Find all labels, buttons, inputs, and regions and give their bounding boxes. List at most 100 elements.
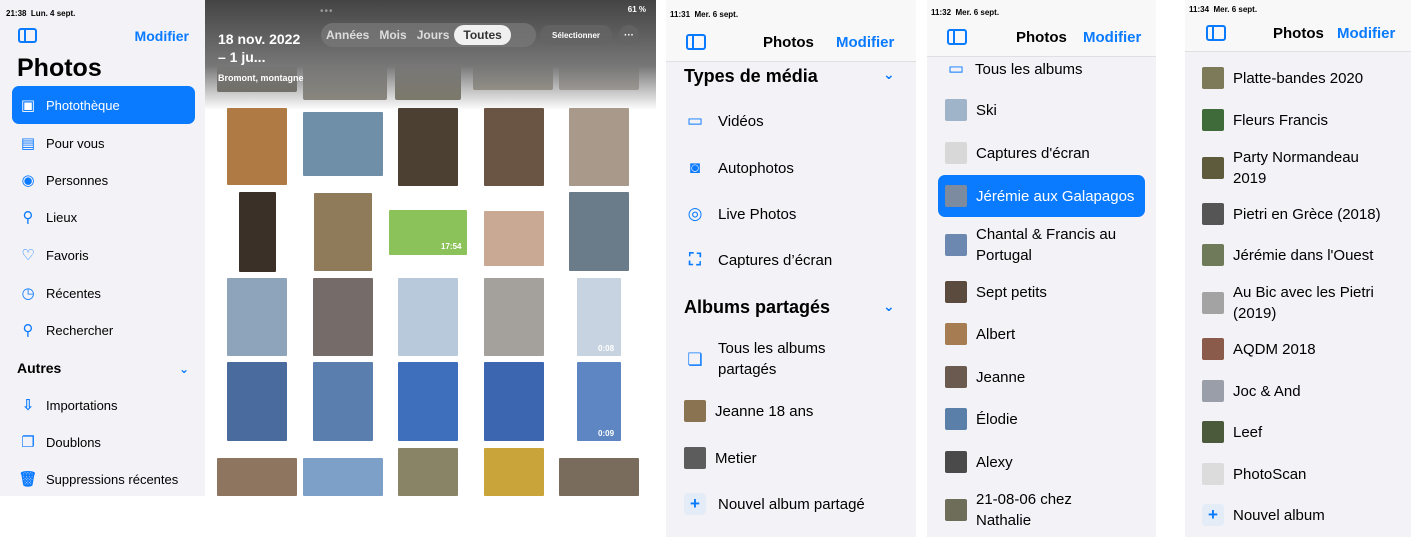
multitask-handle[interactable]: ••• [320,6,334,17]
photo-thumbnail[interactable] [484,211,544,266]
list-item-album[interactable]: Alexy [945,451,1013,473]
segment-toutes[interactable]: Toutes [454,25,511,45]
segment-jours[interactable]: Jours [412,28,455,42]
sidebar-item-recentes[interactable]: ◷ Récentes [12,274,195,312]
edit-button[interactable]: Modifier [1337,25,1395,42]
grid-date-range: 18 nov. 2022 – 1 ju... [218,31,301,65]
list-item-album[interactable]: PhotoScan [1202,463,1306,485]
chevron-down-icon[interactable]: ⌄ [179,362,189,376]
album-thumbnail [945,323,967,345]
list-item-label: Platte-bandes 2020 [1233,69,1364,87]
photo-thumbnail[interactable] [398,362,458,441]
photo-thumbnail[interactable] [239,192,276,272]
photo-thumbnail[interactable] [314,193,372,271]
list-item-screenshots[interactable]: ⛶ Captures d’écran [684,249,832,271]
sidebar-item-lieux[interactable]: ⚲ Lieux [12,198,195,236]
list-item-album[interactable]: Jérémie dans l'Ouest [1202,244,1373,266]
segment-mois[interactable]: Mois [374,28,411,42]
edit-button[interactable]: Modifier [836,34,894,51]
photo-thumbnail[interactable] [569,192,629,271]
photo-thumbnail[interactable] [217,458,297,496]
photo-thumbnail[interactable] [569,108,629,186]
photo-thumbnail[interactable] [398,108,458,186]
list-item-metier[interactable]: Metier [684,447,757,469]
sidebar-toggle-icon[interactable] [947,29,967,45]
photo-thumbnail[interactable] [484,448,544,496]
sidebar-toggle-icon[interactable] [686,34,706,50]
list-item-new-album[interactable]: + Nouvel album [1202,504,1325,526]
album-thumbnail [1202,203,1224,225]
album-thumbnail [684,447,706,469]
photo-thumbnail[interactable] [398,448,458,496]
list-item-new-shared[interactable]: + Nouvel album partagé [684,493,865,515]
view-segmented-control[interactable]: Années Mois Jours Toutes [321,23,536,47]
list-item-album[interactable]: Party Normandeau 2019 [1202,147,1382,189]
list-item-all-albums[interactable]: ▭ Tous les albums [945,58,1083,80]
list-item-album[interactable]: Ski [945,99,997,121]
sidebar-item-doublons[interactable]: ❐ Doublons [12,423,195,461]
list-item-album[interactable]: Leef [1202,421,1262,443]
list-item-album-selected[interactable]: Jérémie aux Galapagos [945,185,1134,207]
list-item-album[interactable]: Jeanne [945,366,1025,388]
select-button[interactable]: Sélectionner [540,25,612,45]
list-item-live-photos[interactable]: ◎ Live Photos [684,203,797,225]
sidebar-item-suppressions[interactable]: 🗑 Suppressions récentes [12,460,195,496]
list-item-label: Tous les albums [975,60,1083,78]
shared-albums-icon: ❏ [687,349,703,369]
sidebar-item-label: Doublons [46,434,101,450]
list-item-album[interactable]: Pietri en Grèce (2018) [1202,203,1381,225]
section-autres[interactable]: Autres [17,360,61,376]
photo-thumbnail[interactable] [313,278,373,356]
list-item-album[interactable]: AQDM 2018 [1202,338,1316,360]
list-item-label: Tous les albums partagés [718,340,826,378]
sidebar-item-favoris[interactable]: ♡ Favoris [12,236,195,274]
album-thumbnail [945,234,967,256]
photo-thumbnail[interactable] [313,362,373,441]
list-item-label: AQDM 2018 [1233,340,1316,358]
list-item-album[interactable]: Albert [945,323,1015,345]
list-item-album[interactable]: Chantal & Francis au Portugal [945,224,1135,266]
status-bar: 11:31 Mer. 6 sept. [670,10,738,19]
photo-thumbnail[interactable] [227,362,287,441]
list-item-album[interactable]: Captures d'écran [945,142,1090,164]
sidebar-item-rechercher[interactable]: ⚲ Rechercher [12,311,195,349]
sidebar-toggle-icon[interactable] [1206,25,1226,41]
segment-annees[interactable]: Années [321,28,374,42]
photo-thumbnail[interactable] [484,108,544,186]
list-item-jeanne-18[interactable]: Jeanne 18 ans [684,400,813,422]
photo-thumbnail[interactable] [484,278,544,356]
section-media-types[interactable]: Types de média [684,66,818,87]
more-icon[interactable]: ··· [619,25,639,45]
edit-button[interactable]: Modifier [135,28,189,44]
list-item-album[interactable]: Fleurs Francis [1202,109,1328,131]
list-item-album[interactable]: Platte-bandes 2020 [1202,67,1363,89]
sidebar-toggle-icon[interactable] [18,28,37,43]
photo-thumbnail[interactable] [227,108,287,185]
edit-button[interactable]: Modifier [1083,29,1141,46]
list-item-album[interactable]: Joc & And [1202,380,1301,402]
list-item-album[interactable]: Au Bic avec les Pietri (2019) [1202,282,1392,324]
photo-thumbnail[interactable] [227,278,287,356]
album-thumbnail [1202,380,1224,402]
list-item-album[interactable]: 21-08-06 chez Nathalie [945,489,1095,531]
list-item-album[interactable]: Élodie [945,408,1018,430]
photo-thumbnail[interactable] [398,278,458,356]
sidebar-item-personnes[interactable]: ◉ Personnes [12,161,195,199]
list-item-autophotos[interactable]: ◙ Autophotos [684,157,794,179]
photo-thumbnail[interactable] [559,458,639,496]
sidebar-item-phototheque[interactable]: ▣ Photothèque [12,86,195,124]
photo-thumbnail[interactable] [303,458,383,496]
chevron-down-icon[interactable]: ⌄ [883,66,895,83]
sidebar-item-importations[interactable]: ⇩ Importations [12,386,195,424]
chevron-down-icon[interactable]: ⌄ [883,298,895,315]
list-item-videos[interactable]: ▭ Vidéos [684,110,764,132]
list-item-label: Nouvel album [1233,506,1325,524]
sidebar-item-pour-vous[interactable]: ▤ Pour vous [12,124,195,162]
photo-thumbnail[interactable] [484,362,544,441]
photo-thumbnail[interactable] [303,112,383,176]
list-item-all-shared[interactable]: ❏ Tous les albums partagés [684,338,879,380]
list-item-album[interactable]: Sept petits [945,281,1047,303]
section-shared-albums[interactable]: Albums partagés [684,297,830,318]
screenshot-album-icon [945,142,967,164]
page-title: Photos [17,54,102,82]
